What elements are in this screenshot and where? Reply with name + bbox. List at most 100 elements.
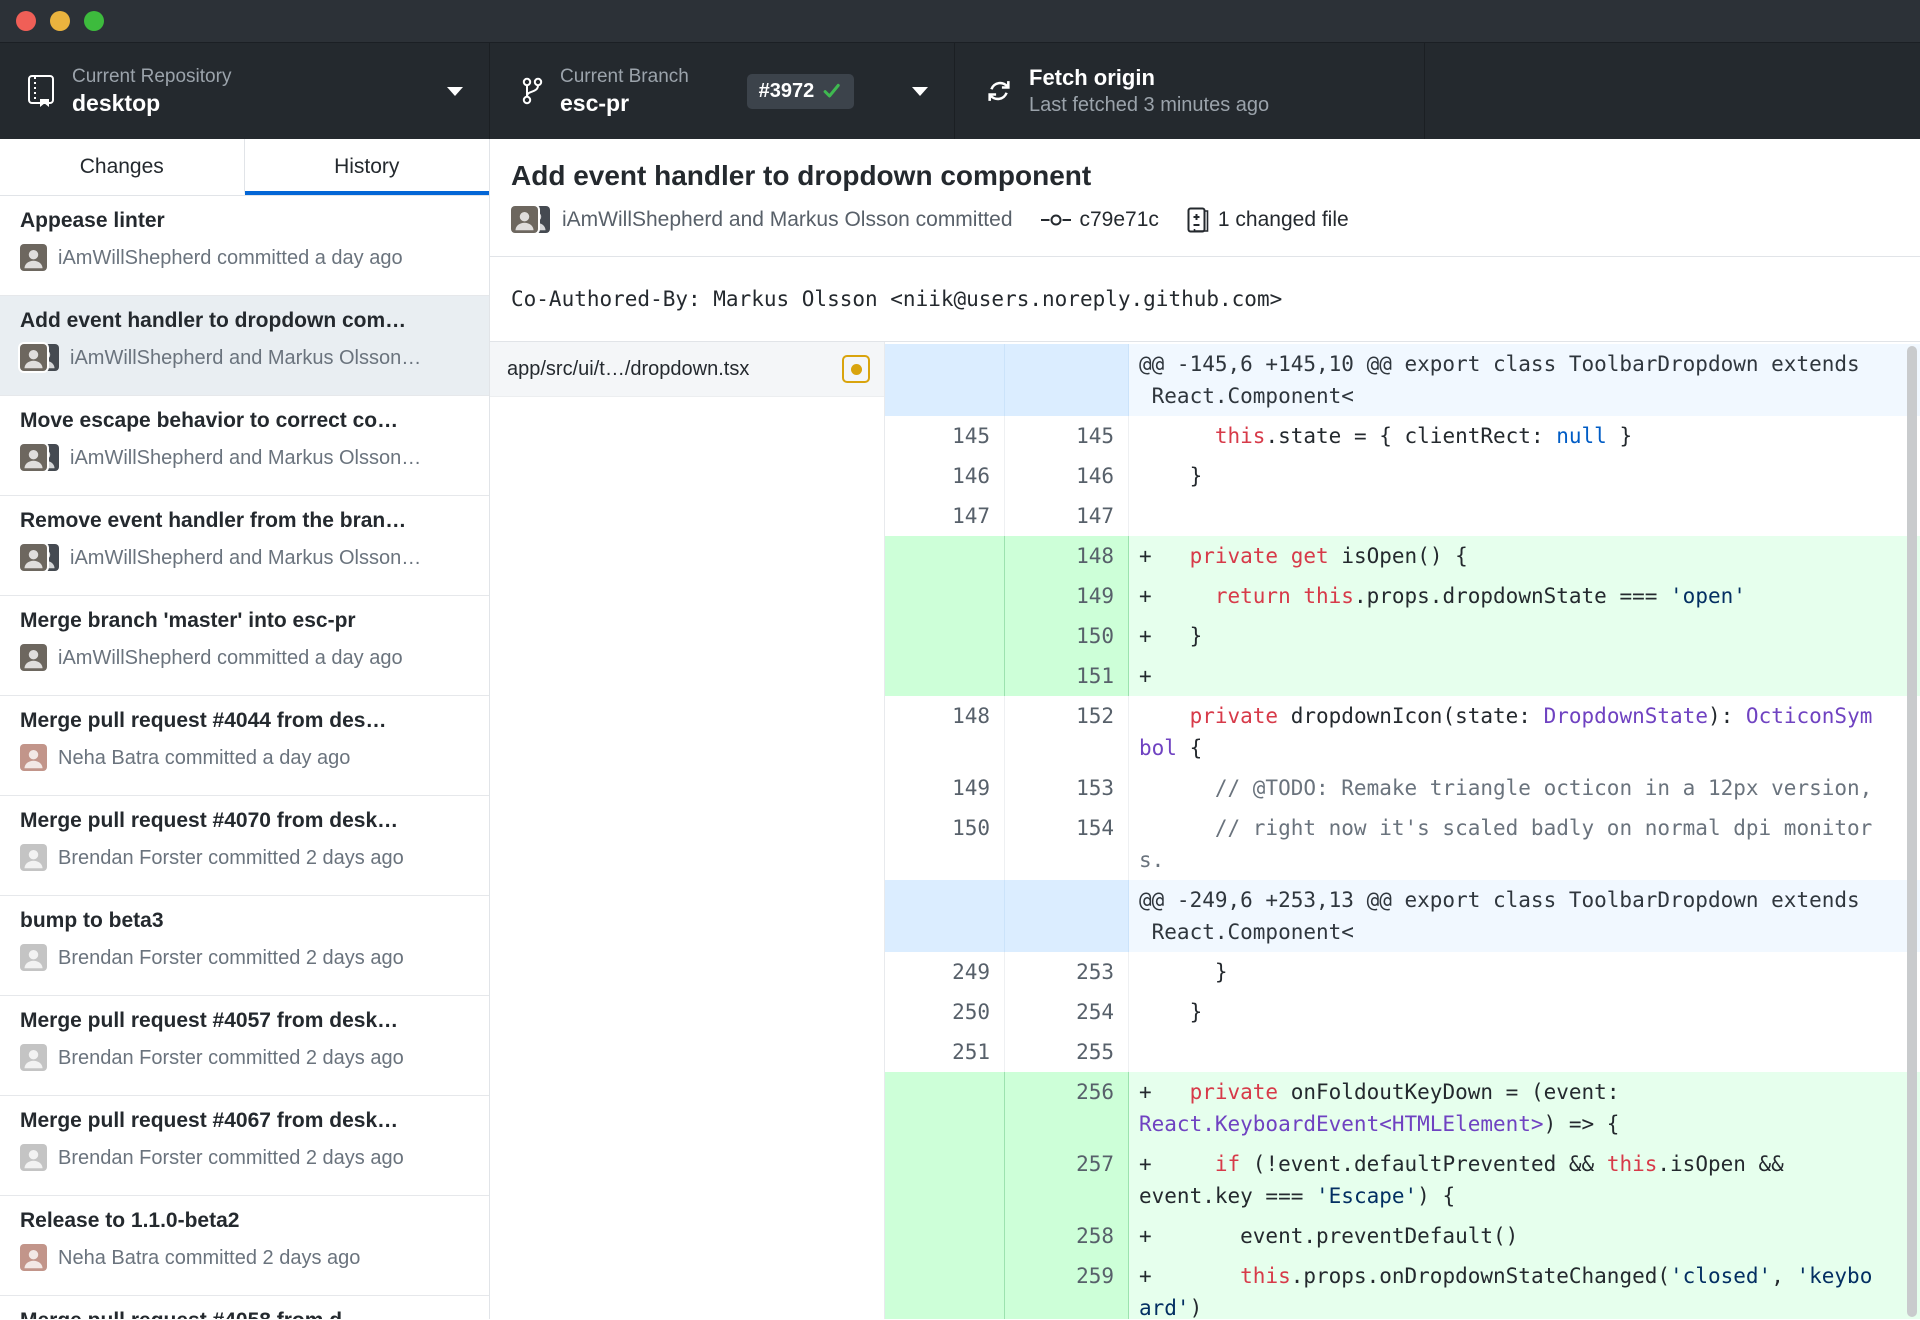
last-fetched-text: Last fetched 3 minutes ago bbox=[1029, 94, 1270, 116]
diff-row: 249 253 } bbox=[885, 952, 1920, 992]
toolbar: Current Repository desktop Current Branc… bbox=[0, 43, 1920, 139]
committer-avatars bbox=[511, 206, 550, 234]
commit-list-item[interactable]: Merge branch 'master' into esc-pr iAmWill… bbox=[0, 596, 489, 696]
diff-code: + private onFoldoutKeyDown = (event: Reac… bbox=[1129, 1072, 1920, 1144]
diff-view: @@ -145,6 +145,10 @@ export class Toolba… bbox=[885, 342, 1920, 1319]
fetch-origin-button[interactable]: Fetch origin Last fetched 3 minutes ago bbox=[955, 43, 1425, 139]
new-line-number: 145 bbox=[1005, 416, 1129, 456]
commit-list-item[interactable]: Merge pull request #4044 from des… Neha B… bbox=[0, 696, 489, 796]
commit-list-item[interactable]: Release to 1.1.0-beta2 Neha Batra committ… bbox=[0, 1196, 489, 1296]
diff-row: 149 153 // @TODO: Remake triangle octicon… bbox=[885, 768, 1920, 808]
commit-meta-text: iAmWillShepherd committed a day ago bbox=[58, 646, 403, 669]
new-line-number: 154 bbox=[1005, 808, 1129, 880]
old-line-number bbox=[885, 344, 1005, 416]
commit-meta-text: Brendan Forster committed 2 days ago bbox=[58, 1146, 404, 1169]
minimize-window-button[interactable] bbox=[50, 11, 70, 31]
commit-list-item[interactable]: Appease linter iAmWillShepherd committed … bbox=[0, 196, 489, 296]
diff-code: + this.props.onDropdownStateChanged('clo… bbox=[1129, 1256, 1920, 1319]
new-line-number: 259 bbox=[1005, 1256, 1129, 1319]
diff-code: + bbox=[1129, 656, 1920, 696]
old-line-number: 150 bbox=[885, 808, 1005, 880]
diff-code: @@ -249,6 +253,13 @@ export class Toolba… bbox=[1129, 880, 1920, 952]
tab-history[interactable]: History bbox=[244, 139, 489, 195]
changed-files-count: 1 changed file bbox=[1217, 208, 1349, 231]
commit-meta-text: iAmWillShepherd committed a day ago bbox=[58, 246, 403, 269]
commit-list-meta: Brendan Forster committed 2 days ago bbox=[20, 844, 469, 872]
commit-list-title: Merge pull request #4067 from desk… bbox=[20, 1109, 399, 1132]
changed-file-list: app/src/ui/t…/dropdown.tsx bbox=[490, 342, 885, 1319]
modified-file-icon bbox=[842, 355, 870, 383]
old-line-number bbox=[885, 880, 1005, 952]
close-window-button[interactable] bbox=[16, 11, 36, 31]
avatar bbox=[20, 544, 47, 571]
commit-list-meta: iAmWillShepherd and Markus Olsson… bbox=[20, 444, 469, 472]
commit-avatars bbox=[20, 444, 59, 472]
commit-meta-text: iAmWillShepherd and Markus Olsson… bbox=[70, 446, 422, 469]
diff-code: // @TODO: Remake triangle octicon in a 1… bbox=[1214, 776, 1873, 800]
current-branch-dropdown[interactable]: Current Branch esc-pr #3972 bbox=[490, 43, 955, 139]
repository-label: Current Repository bbox=[72, 66, 232, 87]
diff-code: } bbox=[1139, 464, 1203, 488]
new-line-number: 253 bbox=[1005, 952, 1129, 992]
commit-meta-text: iAmWillShepherd and Markus Olsson… bbox=[70, 546, 422, 569]
commit-list-item[interactable]: Merge pull request #4057 from desk… Brend… bbox=[0, 996, 489, 1096]
diff-row: 148 152 private dropdownIcon(state: Dropd… bbox=[885, 696, 1920, 768]
diff-scrollbar-thumb[interactable] bbox=[1907, 346, 1917, 1317]
old-line-number: 250 bbox=[885, 992, 1005, 1032]
old-line-number: 145 bbox=[885, 416, 1005, 456]
commit-list-item[interactable]: Remove event handler from the bran… iAmWi… bbox=[0, 496, 489, 596]
commit-list-item[interactable]: Merge pull request #4067 from desk… Brend… bbox=[0, 1096, 489, 1196]
current-repository-dropdown[interactable]: Current Repository desktop bbox=[0, 43, 490, 139]
new-line-number: 152 bbox=[1005, 696, 1129, 768]
commit-list-item[interactable]: bump to beta3 Brendan Forster committed 2… bbox=[0, 896, 489, 996]
commit-list-title: Merge branch 'master' into esc-pr bbox=[20, 609, 356, 632]
changed-file-item[interactable]: app/src/ui/t…/dropdown.tsx bbox=[490, 342, 884, 397]
chevron-down-icon bbox=[912, 86, 928, 96]
diff-row: 258 + event.preventDefault() bbox=[885, 1216, 1920, 1256]
commit-avatars bbox=[20, 1244, 47, 1272]
commit-list-item[interactable]: Add event handler to dropdown com… iAmWil… bbox=[0, 296, 489, 396]
diff-area: app/src/ui/t…/dropdown.tsx @@ -145,6 +14… bbox=[490, 342, 1920, 1319]
commit-list-item[interactable]: Move escape behavior to correct co… iAmWi… bbox=[0, 396, 489, 496]
new-line-number: 147 bbox=[1005, 496, 1129, 536]
commit-detail-panel: Add event handler to dropdown component … bbox=[490, 139, 1920, 1319]
repository-name: desktop bbox=[72, 90, 161, 116]
commit-list-meta: iAmWillShepherd committed a day ago bbox=[20, 644, 469, 672]
file-diff-icon bbox=[1187, 207, 1209, 233]
old-line-number bbox=[885, 536, 1005, 576]
avatar bbox=[20, 644, 47, 671]
commit-list-item[interactable]: Merge pull request #4070 from desk… Brend… bbox=[0, 796, 489, 896]
commit-list-title: Merge pull request #4070 from desk… bbox=[20, 809, 399, 832]
commit-sha: c79e71c bbox=[1079, 208, 1159, 231]
commit-list-meta: Brendan Forster committed 2 days ago bbox=[20, 1044, 469, 1072]
commit-list-title: Merge pull request #4058 from d… bbox=[20, 1309, 469, 1319]
old-line-number: 249 bbox=[885, 952, 1005, 992]
avatar bbox=[20, 344, 47, 371]
new-line-number: 258 bbox=[1005, 1216, 1129, 1256]
diff-code: + return this.props.dropdownState === 'o… bbox=[1129, 576, 1920, 616]
diff-row: 145 145 this.state = { clientRect: null } bbox=[885, 416, 1920, 456]
git-branch-icon bbox=[520, 75, 544, 107]
commit-avatars bbox=[20, 744, 47, 772]
commit-list-item[interactable]: Merge pull request #4058 from d… bbox=[0, 1296, 489, 1319]
app-window: Current Repository desktop Current Branc… bbox=[0, 0, 1920, 1320]
new-line-number: 153 bbox=[1005, 768, 1129, 808]
new-line-number: 254 bbox=[1005, 992, 1129, 1032]
diff-code: + event.preventDefault() bbox=[1129, 1216, 1920, 1256]
commit-list-meta: Brendan Forster committed 2 days ago bbox=[20, 1144, 469, 1172]
changed-files-group: 1 changed file bbox=[1187, 207, 1349, 233]
commit-list-title: Merge pull request #4044 from des… bbox=[20, 709, 387, 732]
new-line-number bbox=[1005, 344, 1129, 416]
zoom-window-button[interactable] bbox=[84, 11, 104, 31]
commit-meta-text: Neha Batra committed 2 days ago bbox=[58, 1246, 361, 1269]
commit-list-title: bump to beta3 bbox=[20, 909, 164, 932]
diff-code: private dropdownIcon(state: DropdownStat… bbox=[1139, 704, 1873, 760]
pr-status-badge[interactable]: #3972 bbox=[746, 73, 855, 109]
commit-title: Add event handler to dropdown component bbox=[511, 160, 1092, 191]
diff-code: @@ -145,6 +145,10 @@ export class Toolba… bbox=[1129, 344, 1920, 416]
commit-list-meta: Neha Batra committed 2 days ago bbox=[20, 1244, 469, 1272]
commit-avatars bbox=[20, 244, 47, 272]
tab-changes[interactable]: Changes bbox=[0, 139, 245, 195]
commit-meta-text: Brendan Forster committed 2 days ago bbox=[58, 1046, 404, 1069]
